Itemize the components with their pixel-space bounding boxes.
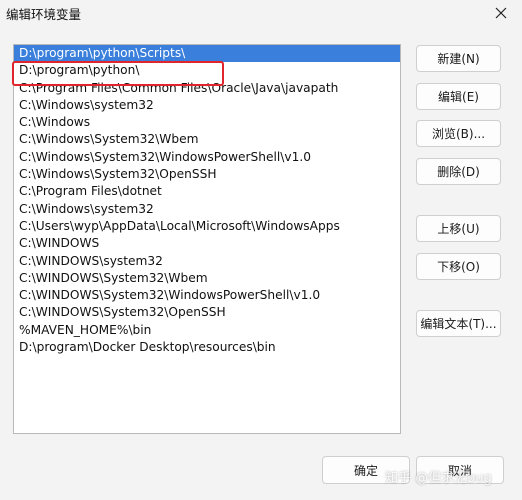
list-item[interactable]: D:\program\python\Scripts\ (14, 45, 400, 63)
browse-button[interactable]: 浏览(B)... (416, 120, 501, 147)
move-down-button[interactable]: 下移(O) (416, 253, 501, 280)
new-button[interactable]: 新建(N) (416, 45, 501, 72)
cancel-button[interactable]: 取消 (416, 456, 504, 484)
list-item[interactable]: C:\WINDOWS\System32\Wbem (14, 270, 400, 287)
list-item[interactable]: D:\program\python\ (14, 62, 400, 79)
list-item[interactable]: C:\WINDOWS (14, 235, 400, 252)
list-item[interactable]: C:\Windows\System32\Wbem (14, 131, 400, 148)
path-list[interactable]: D:\program\python\Scripts\ D:\program\pyt… (13, 44, 401, 434)
move-up-button[interactable]: 上移(U) (416, 215, 501, 242)
list-item[interactable]: C:\Program Files\dotnet (14, 183, 400, 200)
delete-button[interactable]: 删除(D) (416, 158, 501, 185)
list-item[interactable]: C:\Windows\system32 (14, 97, 400, 114)
list-item[interactable]: C:\Windows\system32 (14, 201, 400, 218)
list-item[interactable]: C:\Windows\System32\OpenSSH (14, 166, 400, 183)
edit-button[interactable]: 编辑(E) (416, 83, 501, 110)
window-title: 编辑环境变量 (6, 7, 82, 22)
list-item[interactable]: C:\Windows (14, 114, 400, 131)
list-item[interactable]: C:\WINDOWS\System32\OpenSSH (14, 304, 400, 321)
list-item[interactable]: C:\Windows\System32\WindowsPowerShell\v1… (14, 149, 400, 166)
title-bar: 编辑环境变量 (0, 0, 522, 28)
ok-button[interactable]: 确定 (322, 456, 410, 484)
list-item[interactable]: %MAVEN_HOME%\bin (14, 322, 400, 339)
edit-text-button[interactable]: 编辑文本(T)... (416, 310, 501, 337)
list-item[interactable]: C:\Program Files\Common Files\Oracle\Jav… (14, 80, 400, 97)
list-item[interactable]: D:\program\Docker Desktop\resources\bin (14, 339, 400, 356)
list-item[interactable]: C:\Users\wyp\AppData\Local\Microsoft\Win… (14, 218, 400, 235)
close-button[interactable] (484, 0, 518, 26)
list-item[interactable]: C:\WINDOWS\System32\WindowsPowerShell\v1… (14, 287, 400, 304)
list-item[interactable]: C:\WINDOWS\system32 (14, 253, 400, 270)
close-icon (495, 7, 507, 19)
